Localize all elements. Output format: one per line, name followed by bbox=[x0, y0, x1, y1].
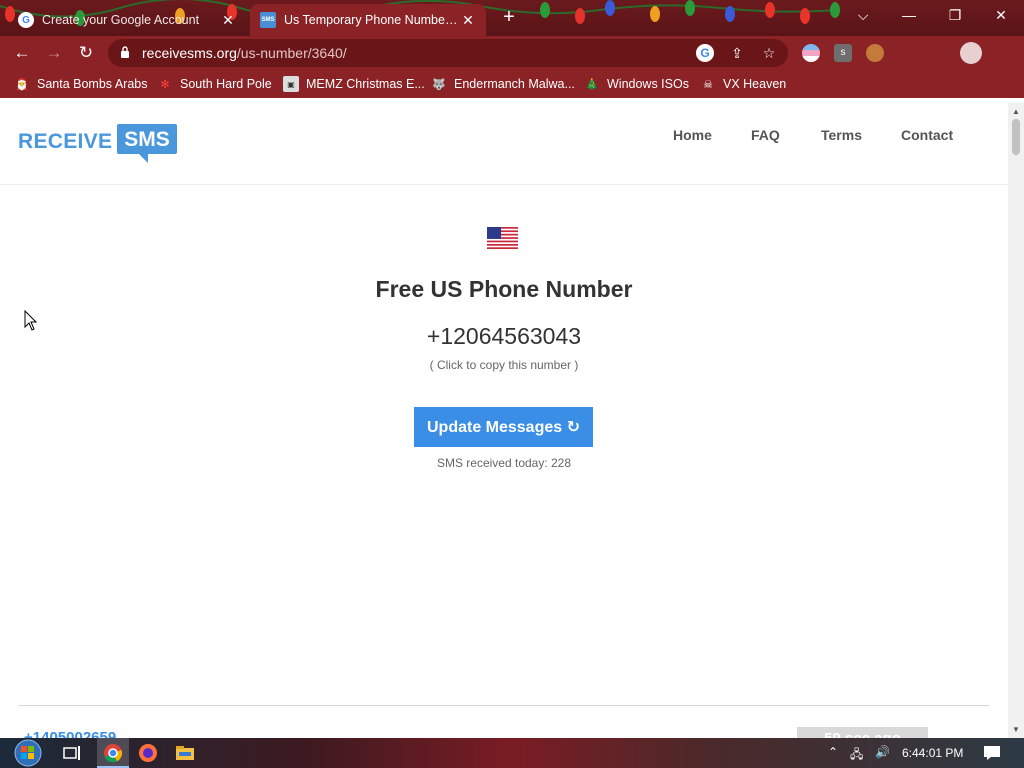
copy-hint: ( Click to copy this number ) bbox=[429, 358, 579, 372]
network-icon[interactable]: 🖧 bbox=[850, 745, 863, 766]
bookmark-windows-isos[interactable]: 🎄 Windows ISOs bbox=[584, 75, 689, 93]
bookmark-endermanch-malware[interactable]: 🐺 Endermanch Malwa... bbox=[431, 75, 575, 93]
profile-icon[interactable] bbox=[960, 42, 982, 64]
close-window-icon[interactable]: ✕ bbox=[978, 0, 1024, 30]
url-host: receivesms.org bbox=[142, 45, 237, 61]
firefox-icon[interactable] bbox=[138, 743, 158, 763]
google-icon: G bbox=[18, 12, 34, 28]
message-sender[interactable]: +1405002659 bbox=[24, 729, 116, 738]
start-button-icon[interactable] bbox=[8, 738, 44, 768]
bookmark-label: Santa Bombs Arabs bbox=[37, 77, 148, 91]
task-view-icon[interactable] bbox=[62, 743, 82, 763]
forward-icon[interactable]: → bbox=[42, 41, 66, 65]
nav-faq[interactable]: FAQ bbox=[751, 127, 780, 143]
google-lens-icon[interactable]: G bbox=[696, 44, 714, 62]
extension-avatar-icon[interactable] bbox=[866, 44, 884, 62]
bookmark-label: Endermanch Malwa... bbox=[454, 77, 575, 91]
extension-flag-icon[interactable] bbox=[802, 44, 820, 62]
page-title: Free US Phone Number bbox=[375, 276, 633, 302]
bookmark-label: Windows ISOs bbox=[607, 77, 689, 91]
bookmarks-bar: 🎅 Santa Bombs Arabs ✻ South Hard Pole ▣ … bbox=[0, 70, 1024, 98]
scrollbar-thumb[interactable] bbox=[1012, 119, 1020, 155]
reload-icon[interactable]: ↻ bbox=[74, 41, 98, 65]
bookmark-vx-heaven[interactable]: ☠ VX Heaven bbox=[700, 75, 786, 93]
bookmark-label: VX Heaven bbox=[723, 77, 787, 91]
logo-sms-bubble: SMS bbox=[117, 124, 177, 163]
tab-google-account[interactable]: G Create your Google Account ✕ bbox=[8, 4, 246, 36]
site-header: RECEIVE SMS Home FAQ Terms Contact bbox=[0, 103, 1008, 185]
tab-title: Us Temporary Phone Number + F bbox=[284, 13, 460, 27]
vx-icon: ☠ bbox=[703, 78, 713, 91]
message-time-badge: 59 sec ago bbox=[797, 727, 928, 738]
taskbar-clock[interactable]: 6:44:01 PM bbox=[902, 746, 963, 760]
sms-icon: SMS bbox=[260, 12, 276, 28]
address-bar[interactable]: receivesms.org/us-number/3640/ G ⇪ ☆ bbox=[108, 39, 788, 67]
browser-toolbar: ← → ↻ receivesms.org/us-number/3640/ G ⇪… bbox=[0, 36, 1024, 97]
mouse-cursor-icon bbox=[24, 310, 38, 331]
tab-strip: G Create your Google Account ✕ SMS Us Te… bbox=[0, 0, 1024, 36]
divider bbox=[18, 705, 989, 706]
close-tab-icon[interactable]: ✕ bbox=[460, 12, 476, 29]
volume-icon[interactable]: 🔊 bbox=[875, 745, 890, 759]
page-scrollbar[interactable]: ▲ ▼ bbox=[1008, 103, 1024, 738]
phone-number[interactable]: +12064563043 bbox=[0, 323, 1008, 350]
nav-terms[interactable]: Terms bbox=[821, 127, 862, 143]
site-logo[interactable]: RECEIVE SMS bbox=[18, 124, 177, 164]
bookmark-santa-bombs-arabs[interactable]: 🎅 Santa Bombs Arabs bbox=[14, 75, 147, 93]
wolf-icon: 🐺 bbox=[432, 78, 446, 91]
file-explorer-icon[interactable] bbox=[175, 743, 195, 763]
minimize-icon[interactable]: — bbox=[886, 0, 932, 30]
url-text: receivesms.org/us-number/3640/ bbox=[142, 45, 347, 61]
chrome-icon[interactable] bbox=[103, 743, 123, 763]
scroll-up-icon[interactable]: ▲ bbox=[1008, 105, 1024, 119]
bookmark-star-icon[interactable]: ☆ bbox=[760, 44, 778, 62]
page-viewport: RECEIVE SMS Home FAQ Terms Contact Free … bbox=[0, 103, 1008, 738]
tab-receive-sms[interactable]: SMS Us Temporary Phone Number + F ✕ bbox=[250, 4, 486, 36]
lock-icon bbox=[121, 46, 129, 58]
share-icon[interactable]: ⇪ bbox=[728, 44, 746, 62]
notifications-icon[interactable] bbox=[982, 743, 1002, 763]
bookmark-label: MEMZ Christmas E... bbox=[306, 77, 425, 91]
tab-search-icon[interactable]: ⌵ bbox=[840, 0, 886, 30]
windows-taskbar: ⌃ 🖧 🔊 6:44:01 PM bbox=[0, 738, 1024, 768]
scroll-down-icon[interactable]: ▼ bbox=[1008, 723, 1024, 737]
logo-receive-text: RECEIVE bbox=[18, 130, 113, 153]
url-path: /us-number/3640/ bbox=[236, 45, 347, 61]
tab-title: Create your Google Account bbox=[42, 13, 200, 27]
bookmark-memz-christmas[interactable]: ▣ MEMZ Christmas E... bbox=[283, 75, 425, 93]
memz-icon: ▣ bbox=[283, 76, 299, 92]
tree-icon: 🎄 bbox=[585, 78, 599, 91]
santa-icon: 🎅 bbox=[15, 78, 29, 91]
update-messages-button[interactable]: Update Messages ↻ bbox=[414, 407, 593, 447]
close-tab-icon[interactable]: ✕ bbox=[220, 12, 236, 29]
us-flag-icon bbox=[487, 227, 518, 249]
new-tab-button[interactable]: + bbox=[498, 6, 520, 28]
snowflake-icon: ✻ bbox=[160, 78, 170, 91]
back-icon[interactable]: ← bbox=[10, 41, 34, 65]
restore-icon[interactable]: ❐ bbox=[932, 0, 978, 30]
bookmark-label: South Hard Pole bbox=[180, 77, 272, 91]
bookmark-south-hard-pole[interactable]: ✻ South Hard Pole bbox=[157, 75, 272, 93]
extension-s-icon[interactable]: s bbox=[834, 44, 852, 62]
sms-today-count: SMS received today: 228 bbox=[436, 456, 572, 470]
tray-overflow-icon[interactable]: ⌃ bbox=[828, 745, 838, 759]
nav-contact[interactable]: Contact bbox=[901, 127, 953, 143]
nav-home[interactable]: Home bbox=[673, 127, 712, 143]
